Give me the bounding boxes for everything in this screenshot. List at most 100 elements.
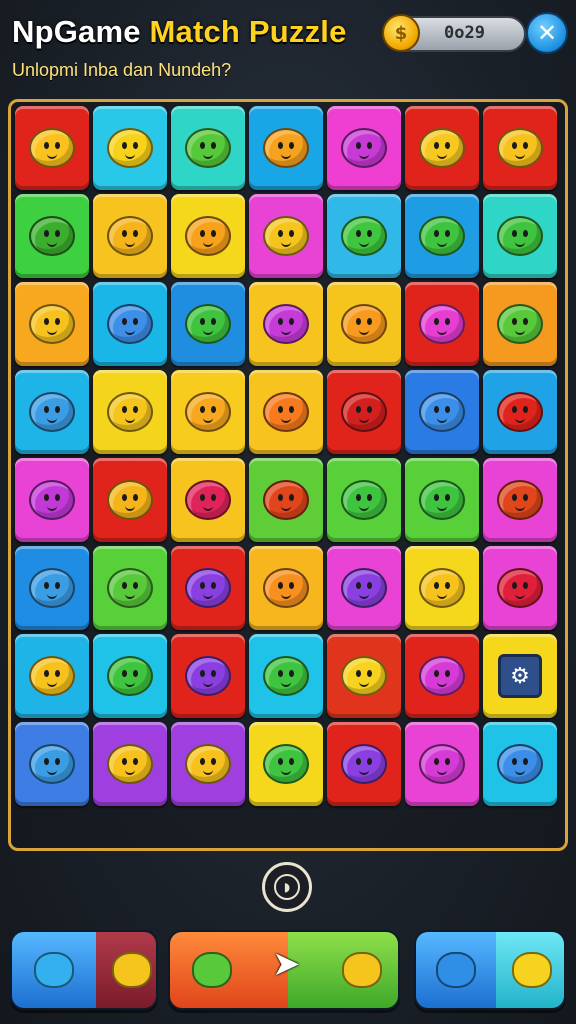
tile-r1-c5[interactable] bbox=[405, 194, 479, 278]
creature-mouth bbox=[47, 592, 57, 599]
tile-r5-c6[interactable] bbox=[483, 546, 557, 630]
creature-icon bbox=[419, 656, 465, 696]
tile-r1-c4[interactable] bbox=[327, 194, 401, 278]
creature-eye bbox=[434, 758, 439, 765]
creature-icon bbox=[263, 568, 309, 608]
tile-r5-c1[interactable] bbox=[93, 546, 167, 630]
creature-eye bbox=[523, 230, 528, 237]
creature-mouth bbox=[47, 152, 57, 159]
tile-r3-c5[interactable] bbox=[405, 370, 479, 454]
tile-r6-c4[interactable] bbox=[327, 634, 401, 718]
tile-r0-c3[interactable] bbox=[249, 106, 323, 190]
creature-eye bbox=[211, 318, 216, 325]
timer-value: 0o29 bbox=[444, 23, 485, 43]
creature-icon bbox=[29, 656, 75, 696]
tile-r5-c4[interactable] bbox=[327, 546, 401, 630]
tile-r5-c3[interactable] bbox=[249, 546, 323, 630]
tile-r5-c0[interactable] bbox=[15, 546, 89, 630]
tile-r6-c0[interactable] bbox=[15, 634, 89, 718]
tile-r4-c0[interactable] bbox=[15, 458, 89, 542]
tile-r3-c6[interactable] bbox=[483, 370, 557, 454]
tile-r7-c1[interactable] bbox=[93, 722, 167, 806]
tile-r7-c2[interactable] bbox=[171, 722, 245, 806]
tile-r4-c5[interactable] bbox=[405, 458, 479, 542]
tile-r3-c4[interactable] bbox=[327, 370, 401, 454]
creature-icon bbox=[29, 568, 75, 608]
creature-eye bbox=[55, 142, 60, 149]
creature-mouth bbox=[281, 416, 291, 423]
booster-panel-right[interactable] bbox=[414, 930, 566, 1010]
creature-eye bbox=[44, 494, 49, 501]
tile-r4-c1[interactable] bbox=[93, 458, 167, 542]
tile-r6-c6[interactable]: ⚙ bbox=[483, 634, 557, 718]
tile-r1-c6[interactable] bbox=[483, 194, 557, 278]
tile-r3-c1[interactable] bbox=[93, 370, 167, 454]
creature-eye bbox=[200, 758, 205, 765]
creature-mouth bbox=[203, 328, 213, 335]
tile-r7-c5[interactable] bbox=[405, 722, 479, 806]
creature-icon bbox=[497, 128, 543, 168]
close-button[interactable]: ✕ bbox=[526, 12, 568, 54]
creature-eye bbox=[200, 670, 205, 677]
creature-eye bbox=[55, 494, 60, 501]
creature-eye bbox=[512, 582, 517, 589]
tile-r0-c6[interactable] bbox=[483, 106, 557, 190]
creature-mouth bbox=[515, 416, 525, 423]
creature-eye bbox=[133, 758, 138, 765]
tile-r1-c1[interactable] bbox=[93, 194, 167, 278]
creature-icon bbox=[497, 744, 543, 784]
creature-mouth bbox=[125, 240, 135, 247]
creature-mouth bbox=[359, 768, 369, 775]
creature-eye bbox=[356, 582, 361, 589]
tile-r7-c6[interactable] bbox=[483, 722, 557, 806]
creature-mouth bbox=[359, 680, 369, 687]
tile-r5-c5[interactable] bbox=[405, 546, 479, 630]
tile-r4-c6[interactable] bbox=[483, 458, 557, 542]
creature-eye bbox=[44, 582, 49, 589]
tile-r0-c0[interactable] bbox=[15, 106, 89, 190]
tile-r0-c2[interactable] bbox=[171, 106, 245, 190]
tile-r7-c3[interactable] bbox=[249, 722, 323, 806]
creature-icon bbox=[29, 392, 75, 432]
tile-r0-c1[interactable] bbox=[93, 106, 167, 190]
tile-r4-c4[interactable] bbox=[327, 458, 401, 542]
creature-eye bbox=[44, 406, 49, 413]
tile-r3-c2[interactable] bbox=[171, 370, 245, 454]
tile-r2-c6[interactable] bbox=[483, 282, 557, 366]
creature-icon bbox=[107, 392, 153, 432]
tile-r2-c1[interactable] bbox=[93, 282, 167, 366]
tile-r6-c5[interactable] bbox=[405, 634, 479, 718]
creature-icon bbox=[419, 128, 465, 168]
tile-r4-c2[interactable] bbox=[171, 458, 245, 542]
booster-panel-left[interactable] bbox=[10, 930, 158, 1010]
creature-eye bbox=[445, 758, 450, 765]
tile-r1-c3[interactable] bbox=[249, 194, 323, 278]
tile-r3-c0[interactable] bbox=[15, 370, 89, 454]
tile-r6-c1[interactable] bbox=[93, 634, 167, 718]
creature-eye bbox=[289, 230, 294, 237]
pause-button[interactable]: ◗ bbox=[262, 862, 312, 912]
tile-r2-c3[interactable] bbox=[249, 282, 323, 366]
creature-eye bbox=[356, 670, 361, 677]
tile-r7-c4[interactable] bbox=[327, 722, 401, 806]
tile-r2-c2[interactable] bbox=[171, 282, 245, 366]
tile-r1-c0[interactable] bbox=[15, 194, 89, 278]
tile-r2-c0[interactable] bbox=[15, 282, 89, 366]
tile-r2-c4[interactable] bbox=[327, 282, 401, 366]
tile-r6-c2[interactable] bbox=[171, 634, 245, 718]
tile-r4-c3[interactable] bbox=[249, 458, 323, 542]
creature-eye bbox=[122, 758, 127, 765]
tile-r1-c2[interactable] bbox=[171, 194, 245, 278]
creature-mouth bbox=[515, 592, 525, 599]
creature-eye bbox=[122, 582, 127, 589]
tile-r0-c4[interactable] bbox=[327, 106, 401, 190]
tile-r3-c3[interactable] bbox=[249, 370, 323, 454]
tile-r2-c5[interactable] bbox=[405, 282, 479, 366]
tile-r5-c2[interactable] bbox=[171, 546, 245, 630]
tile-r0-c5[interactable] bbox=[405, 106, 479, 190]
tile-r7-c0[interactable] bbox=[15, 722, 89, 806]
tile-r6-c3[interactable] bbox=[249, 634, 323, 718]
creature-eye bbox=[200, 142, 205, 149]
creature-eye bbox=[445, 582, 450, 589]
creature-eye bbox=[211, 142, 216, 149]
